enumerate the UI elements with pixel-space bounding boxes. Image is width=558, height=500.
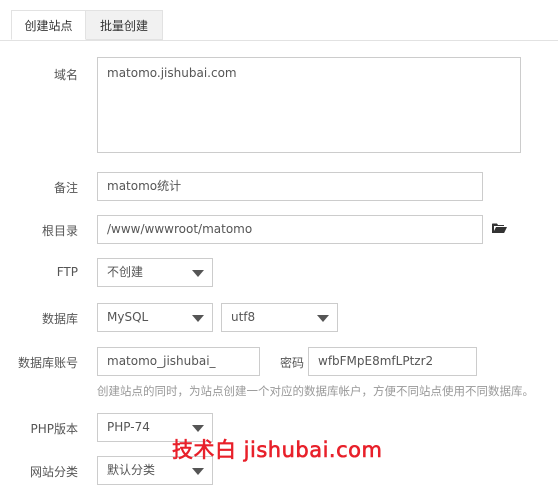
- db-hint-text: 创建站点的同时，为站点创建一个对应的数据库帐户，方便不同站点使用不同数据库。: [97, 384, 534, 398]
- tab-create-site[interactable]: 创建站点: [11, 10, 86, 40]
- password-label: 密码: [280, 356, 305, 370]
- watermark: 技术白 jishubai.com: [172, 438, 383, 463]
- php-version-value: PHP-74: [107, 420, 150, 434]
- chevron-down-icon: [192, 269, 204, 277]
- chevron-down-icon: [192, 424, 204, 432]
- ftp-select[interactable]: 不创建: [97, 258, 213, 287]
- ftp-label: FTP: [56, 265, 78, 279]
- chevron-down-icon: [317, 314, 329, 322]
- database-type-value: MySQL: [107, 310, 149, 324]
- database-label: 数据库: [41, 312, 78, 326]
- database-charset-select[interactable]: utf8: [221, 303, 338, 332]
- tab-bar: 创建站点 批量创建: [0, 0, 558, 41]
- tab-batch-create[interactable]: 批量创建: [86, 10, 163, 40]
- db-account-label: 数据库账号: [17, 356, 78, 370]
- database-charset-value: utf8: [231, 310, 256, 324]
- domain-label: 域名: [53, 68, 78, 82]
- chevron-down-icon: [192, 314, 204, 322]
- db-password-input[interactable]: wfbFMpE8mfLPtzr2: [308, 347, 477, 376]
- php-version-label: PHP版本: [30, 422, 79, 436]
- root-dir-label: 根目录: [41, 224, 78, 238]
- database-type-select[interactable]: MySQL: [97, 303, 213, 332]
- remark-label: 备注: [53, 181, 78, 195]
- remark-input[interactable]: matomo统计: [97, 172, 483, 201]
- site-category-label: 网站分类: [29, 465, 78, 479]
- folder-open-icon[interactable]: [492, 223, 507, 234]
- ftp-select-value: 不创建: [107, 265, 144, 279]
- root-dir-input[interactable]: /www/wwwroot/matomo: [97, 215, 483, 244]
- domain-textarea[interactable]: matomo.jishubai.com: [97, 57, 521, 153]
- db-user-input[interactable]: matomo_jishubai_: [97, 347, 260, 376]
- site-category-value: 默认分类: [107, 463, 156, 477]
- chevron-down-icon: [192, 467, 204, 475]
